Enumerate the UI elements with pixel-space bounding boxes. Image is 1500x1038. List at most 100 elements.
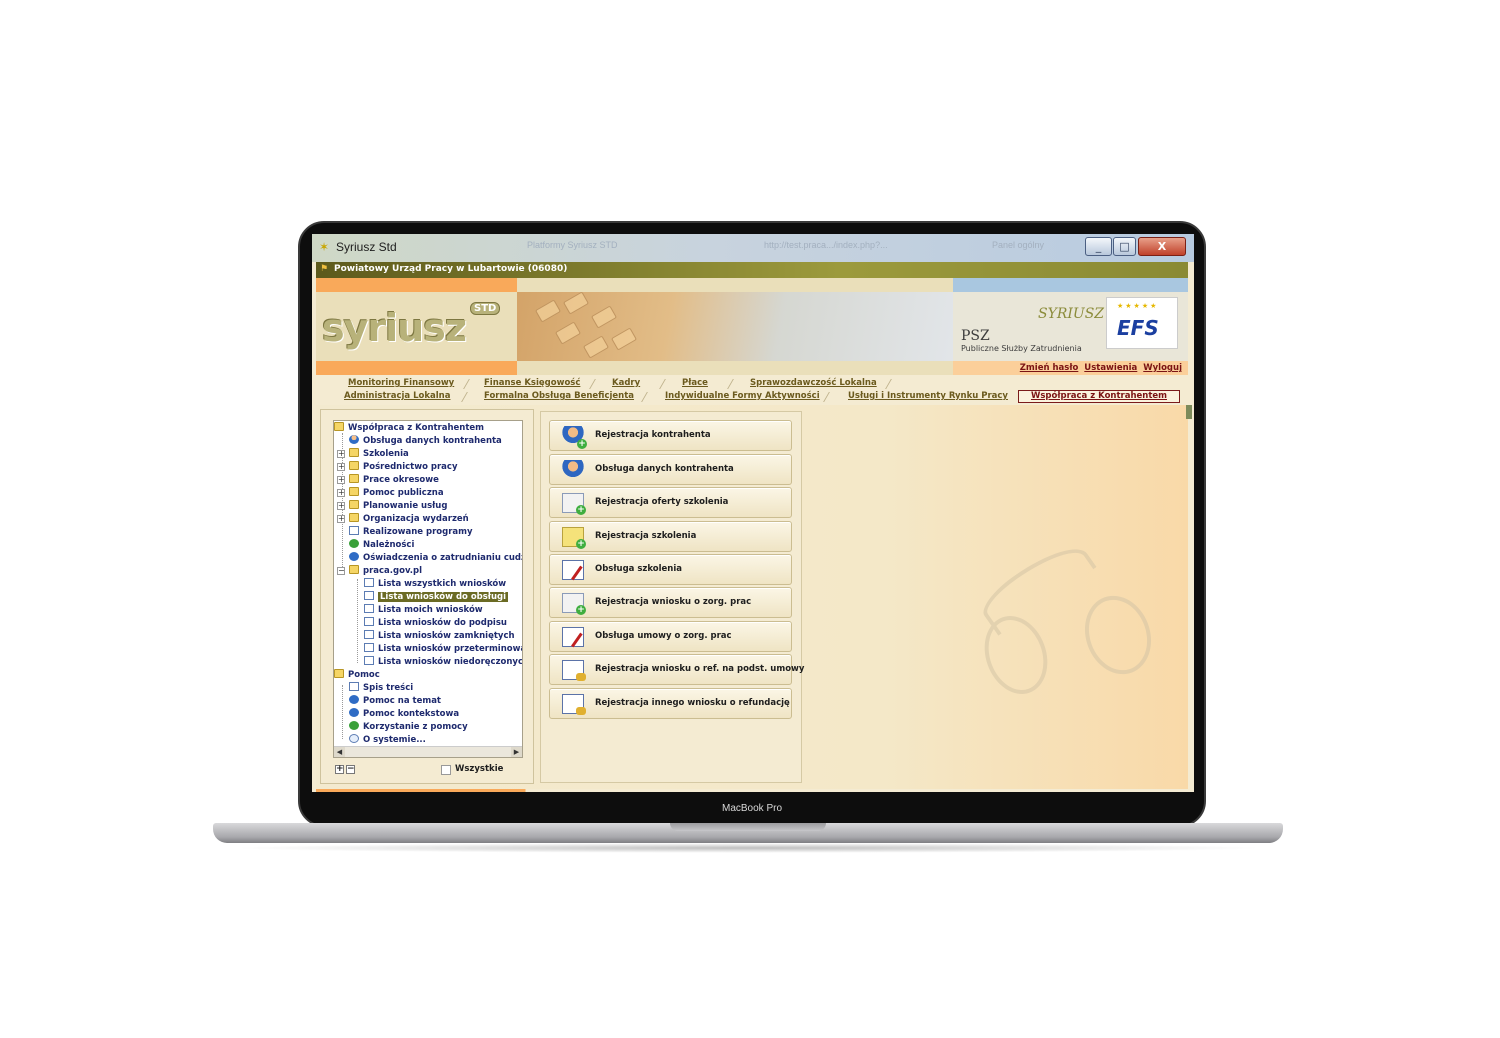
tree-item[interactable]: Realizowane programy <box>349 526 473 539</box>
declaration-icon <box>349 552 359 561</box>
menu-administracja-lokalna[interactable]: Administracja Lokalna <box>344 391 450 401</box>
tree-item[interactable]: Obsługa danych kontrahenta <box>349 435 502 448</box>
horizontal-scrollbar[interactable]: ◀ ▶ <box>334 746 522 757</box>
actions-panel: + Rejestracja kontrahenta Obsługa danych… <box>540 411 804 783</box>
menu-kadry[interactable]: Kadry <box>612 378 640 388</box>
menu-monitoring-finansowy[interactable]: Monitoring Finansowy <box>348 378 454 388</box>
tree-item[interactable]: Planowanie usług <box>349 500 447 513</box>
tree-item[interactable]: Pomoc na temat <box>349 695 441 708</box>
tree-guide <box>342 685 343 739</box>
tree-item[interactable]: Korzystanie z pomocy <box>349 721 468 734</box>
contractor-data-button[interactable]: Obsługa danych kontrahenta <box>549 454 792 485</box>
info-icon <box>349 734 359 743</box>
module-menu: Monitoring Finansowy Finanse Księgowość … <box>316 375 1188 405</box>
tree-item[interactable]: Prace okresowe <box>349 474 439 487</box>
document-coins-icon <box>562 694 586 715</box>
tree-item[interactable]: Lista wniosków do podpisu <box>364 617 507 630</box>
tree-label: Pomoc publiczna <box>363 488 444 498</box>
register-work-application-button[interactable]: + Rejestracja wniosku o zorg. prac <box>549 587 792 618</box>
expand-icon[interactable]: + <box>337 476 345 484</box>
work-agreement-button[interactable]: Obsługa umowy o zorg. prac <box>549 621 792 652</box>
window-titlebar[interactable]: ✶ Syriusz Std Platformy Syriusz STD http… <box>312 234 1194 262</box>
register-other-refund-button[interactable]: Rejestracja innego wniosku o refundację <box>549 688 792 719</box>
laptop-shadow <box>230 843 1266 853</box>
maximize-button[interactable]: □ <box>1113 237 1136 256</box>
training-service-button[interactable]: Obsługa szkolenia <box>549 554 792 585</box>
tree-label: Korzystanie z pomocy <box>363 722 468 732</box>
tree-label: Pomoc <box>348 670 380 680</box>
tree-item[interactable]: Spis treści <box>349 682 413 695</box>
device-label: MacBook Pro <box>721 803 783 814</box>
tree-item[interactable]: Pomoc publiczna <box>349 487 444 500</box>
syriusz-logo: syriusz STD <box>316 292 517 361</box>
menu-indywidualne-formy-aktywnosci[interactable]: Indywidualne Formy Aktywności <box>665 391 820 401</box>
document-edit-icon <box>562 560 584 581</box>
settings-link[interactable]: Ustawienia <box>1084 363 1137 373</box>
tree-item[interactable]: Lista moich wniosków <box>364 604 483 617</box>
tree-label: O systemie... <box>363 735 426 745</box>
glasses-watermark <box>956 534 1186 755</box>
action-label: Obsługa danych kontrahenta <box>595 464 734 474</box>
tree-item[interactable]: Lista wniosków przeterminowanych <box>364 643 522 656</box>
app-icon: ✶ <box>319 240 330 254</box>
collapse-icon[interactable]: − <box>337 567 345 575</box>
close-button[interactable]: X <box>1138 237 1186 256</box>
scroll-right-icon[interactable]: ▶ <box>511 747 522 757</box>
mail-add-icon: + <box>562 493 586 515</box>
organization-name: Powiatowy Urząd Pracy w Lubartowie (0608… <box>334 264 568 274</box>
expand-icon[interactable]: + <box>337 489 345 497</box>
programs-icon <box>349 526 359 535</box>
tree-label: Lista wniosków zamkniętych <box>378 631 515 641</box>
menu-uslugi-i-instrumenty[interactable]: Usługi i Instrumenty Rynku Pracy <box>848 391 1008 401</box>
tree-label: Lista wszystkich wniosków <box>378 579 507 589</box>
window-title: Syriusz Std <box>336 240 397 254</box>
tree-item[interactable]: Pomoc kontekstowa <box>349 708 459 721</box>
menu-finanse-ksiegowosc[interactable]: Finanse Księgowość <box>484 378 580 388</box>
tree-item-praca-gov[interactable]: praca.gov.pl <box>349 565 422 578</box>
person-icon <box>562 460 584 480</box>
tree-item[interactable]: Lista wniosków zamkniętych <box>364 630 515 643</box>
register-refund-agreement-button[interactable]: Rejestracja wniosku o ref. na podst. umo… <box>549 654 804 685</box>
lens-shape <box>1074 586 1162 684</box>
expand-all-button[interactable]: + <box>335 765 344 774</box>
tree-item[interactable]: Lista wszystkich wniosków <box>364 578 506 591</box>
action-label: Obsługa szkolenia <box>595 564 683 574</box>
menu-formalna-obsluga-beneficjenta[interactable]: Formalna Obsługa Beneficjenta <box>484 391 634 401</box>
tree-item[interactable]: Szkolenia <box>349 448 409 461</box>
collapse-all-button[interactable]: − <box>346 765 355 774</box>
tree-root-pomoc[interactable]: Pomoc <box>334 669 380 682</box>
menu-sprawozdawczosc-lokalna[interactable]: Sprawozdawczość Lokalna <box>750 378 877 388</box>
action-label: Rejestracja oferty szkolenia <box>595 497 729 507</box>
tree-label: Lista wniosków niedoręczonych <box>378 657 523 667</box>
tree-label: praca.gov.pl <box>363 566 423 576</box>
expand-icon[interactable]: + <box>337 515 345 523</box>
tree-item[interactable]: Pośrednictwo pracy <box>349 461 457 474</box>
tree-label: Pomoc kontekstowa <box>363 709 460 719</box>
tree-item-selected[interactable]: Lista wniosków do obsługi <box>364 591 509 604</box>
folder-icon <box>349 448 359 457</box>
tree-item[interactable]: Należności <box>349 539 414 552</box>
tree-item[interactable]: Oświadczenia o zatrudnianiu cudzozie <box>349 552 522 565</box>
menu-place[interactable]: Płace <box>682 378 708 388</box>
using-help-icon <box>349 721 359 730</box>
show-all-checkbox[interactable] <box>441 765 451 775</box>
expand-icon[interactable]: + <box>337 450 345 458</box>
banner-stripe-bottom <box>316 361 517 375</box>
tree-root-wspolpraca[interactable]: Współpraca z Kontrahentem <box>334 422 484 435</box>
logout-link[interactable]: Wyloguj <box>1143 363 1182 373</box>
register-training-offer-button[interactable]: + Rejestracja oferty szkolenia <box>549 487 792 518</box>
mail-add-icon: + <box>562 593 586 615</box>
tree-item[interactable]: Lista wniosków niedoręczonych <box>364 656 523 669</box>
register-training-button[interactable]: + Rejestracja szkolenia <box>549 521 792 552</box>
navigation-tree[interactable]: Współpraca z Kontrahentem Obsługa danych… <box>333 420 523 758</box>
scroll-left-icon[interactable]: ◀ <box>334 747 345 757</box>
expand-icon[interactable]: + <box>337 463 345 471</box>
minimize-button[interactable]: _ <box>1085 237 1112 256</box>
change-password-link[interactable]: Zmień hasło <box>1020 363 1079 373</box>
tree-item[interactable]: Organizacja wydarzeń <box>349 513 469 526</box>
key-shape <box>590 305 618 329</box>
expand-icon[interactable]: + <box>337 502 345 510</box>
tree-label: Oświadczenia o zatrudnianiu cudzozie <box>363 553 522 563</box>
register-contractor-button[interactable]: + Rejestracja kontrahenta <box>549 420 792 451</box>
menu-wspolpraca-z-kontrahentem[interactable]: Współpraca z Kontrahentem <box>1018 390 1180 403</box>
